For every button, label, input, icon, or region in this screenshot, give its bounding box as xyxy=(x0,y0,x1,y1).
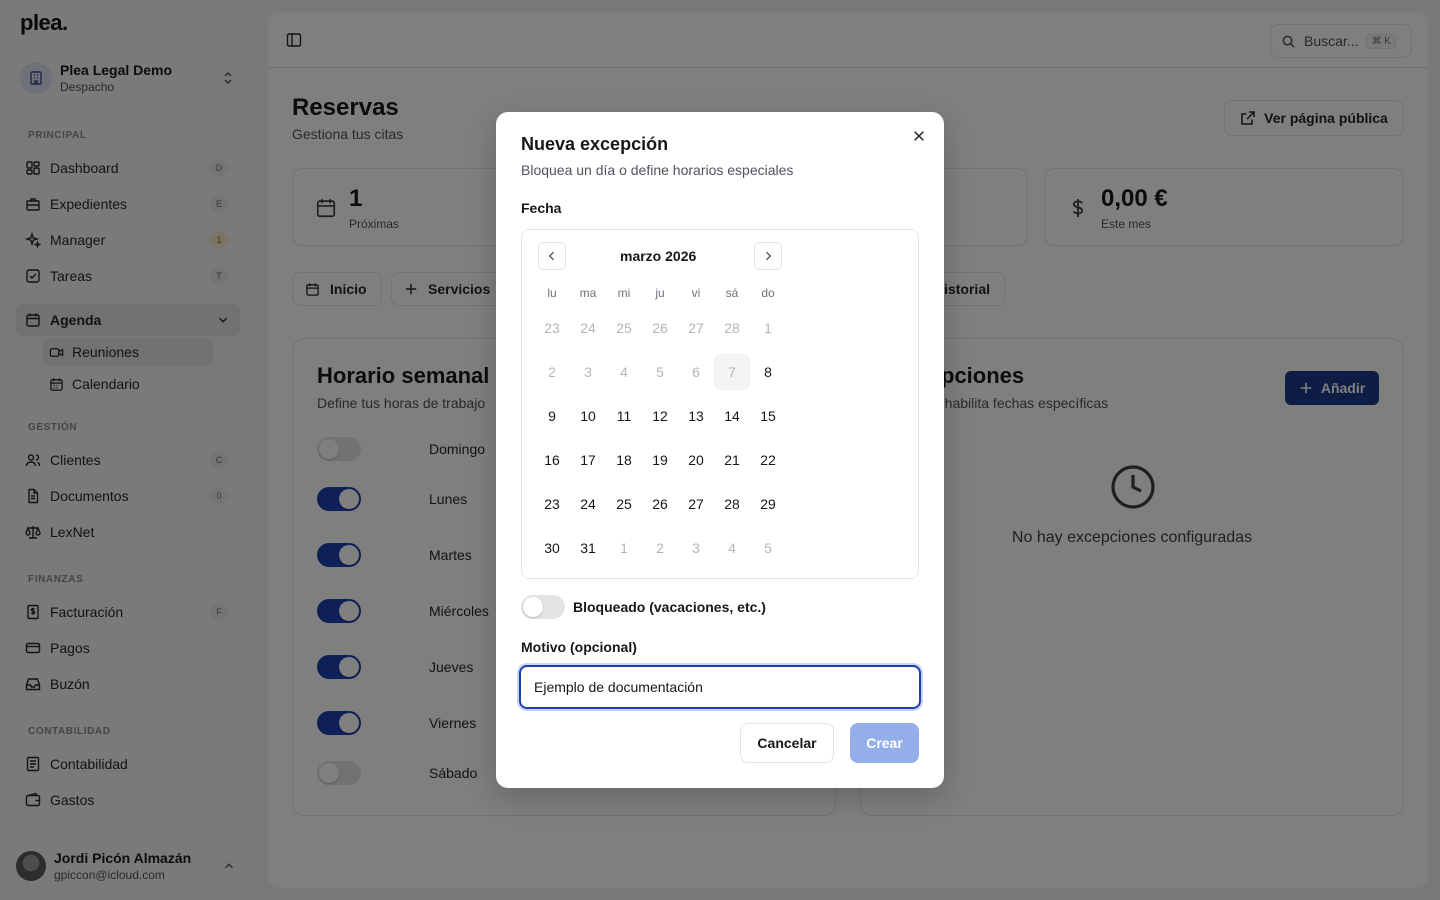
calendar-day[interactable]: 14 xyxy=(714,398,750,434)
weekday-header: sá xyxy=(725,286,739,300)
chevron-right-icon xyxy=(766,251,772,261)
calendar-day[interactable]: 30 xyxy=(534,530,570,566)
calendar-day: 28 xyxy=(724,320,740,336)
calendar-day: 2 xyxy=(548,364,556,380)
calendar-day[interactable]: 27 xyxy=(678,486,714,522)
calendar-day: 5 xyxy=(764,540,772,556)
calendar-day: 5 xyxy=(656,364,664,380)
calendar-day[interactable]: 26 xyxy=(642,486,678,522)
blocked-switch[interactable] xyxy=(521,595,565,619)
reason-label: Motivo (opcional) xyxy=(521,639,637,655)
calendar-day[interactable]: 28 xyxy=(714,486,750,522)
close-icon[interactable] xyxy=(912,129,926,143)
next-month-button[interactable] xyxy=(754,242,782,270)
calendar-day: 23 xyxy=(544,320,560,336)
calendar-day[interactable]: 12 xyxy=(642,398,678,434)
date-picker: marzo 2026 lu ma mi ju vi sá do 23 24 25 26 27 28 1 2 3… xyxy=(521,229,919,579)
create-button[interactable]: Crear xyxy=(850,723,919,763)
weekday-header: lu xyxy=(547,286,557,300)
weekday-header: ju xyxy=(655,286,665,300)
calendar-day: 2 xyxy=(656,540,664,556)
reason-input[interactable]: Ejemplo de documentación xyxy=(519,665,921,709)
calendar-day: 7 xyxy=(714,354,750,390)
weekday-header: vi xyxy=(691,286,701,300)
calendar-day[interactable]: 16 xyxy=(534,442,570,478)
chevron-left-icon xyxy=(548,251,554,261)
prev-month-button[interactable] xyxy=(538,242,566,270)
weekday-header: ma xyxy=(579,286,597,300)
calendar-day[interactable]: 13 xyxy=(678,398,714,434)
calendar-day: 4 xyxy=(728,540,736,556)
calendar-day[interactable]: 21 xyxy=(714,442,750,478)
calendar-day: 26 xyxy=(652,320,668,336)
calendar-day: 1 xyxy=(620,540,628,556)
weekday-header: mi xyxy=(617,286,631,300)
blocked-toggle-row: Bloqueado (vacaciones, etc.) xyxy=(521,595,766,619)
calendar-day[interactable]: 29 xyxy=(750,486,786,522)
dialog-title: Nueva excepción xyxy=(521,134,669,154)
calendar-day[interactable]: 8 xyxy=(750,354,786,390)
calendar-day: 4 xyxy=(620,364,628,380)
calendar-day[interactable]: 18 xyxy=(606,442,642,478)
date-label: Fecha xyxy=(521,200,562,216)
calendar-day[interactable]: 19 xyxy=(642,442,678,478)
calendar-day[interactable]: 20 xyxy=(678,442,714,478)
calendar-day: 27 xyxy=(688,320,704,336)
calendar-day[interactable]: 31 xyxy=(570,530,606,566)
cancel-button[interactable]: Cancelar xyxy=(740,723,834,763)
calendar-day[interactable]: 11 xyxy=(606,398,642,434)
dialog-description: Bloquea un día o define horarios especia… xyxy=(521,162,794,178)
calendar-day[interactable]: 24 xyxy=(570,486,606,522)
calendar-day[interactable]: 17 xyxy=(570,442,606,478)
calendar-day[interactable]: 22 xyxy=(750,442,786,478)
calendar-day[interactable]: 10 xyxy=(570,398,606,434)
calendar-day: 24 xyxy=(580,320,596,336)
calendar-month: marzo 2026 xyxy=(620,248,697,264)
calendar-day: 3 xyxy=(692,540,700,556)
calendar-day: 1 xyxy=(764,320,772,336)
calendar-day[interactable]: 9 xyxy=(534,398,570,434)
calendar-day: 25 xyxy=(616,320,632,336)
blocked-label: Bloqueado (vacaciones, etc.) xyxy=(573,599,766,615)
weekday-header: do xyxy=(761,286,775,300)
calendar-day[interactable]: 15 xyxy=(750,398,786,434)
calendar-day: 6 xyxy=(692,364,700,380)
calendar-day[interactable]: 23 xyxy=(534,486,570,522)
calendar-day: 3 xyxy=(584,364,592,380)
calendar-day[interactable]: 25 xyxy=(606,486,642,522)
new-exception-dialog: Nueva excepción Bloquea un día o define … xyxy=(496,112,944,788)
